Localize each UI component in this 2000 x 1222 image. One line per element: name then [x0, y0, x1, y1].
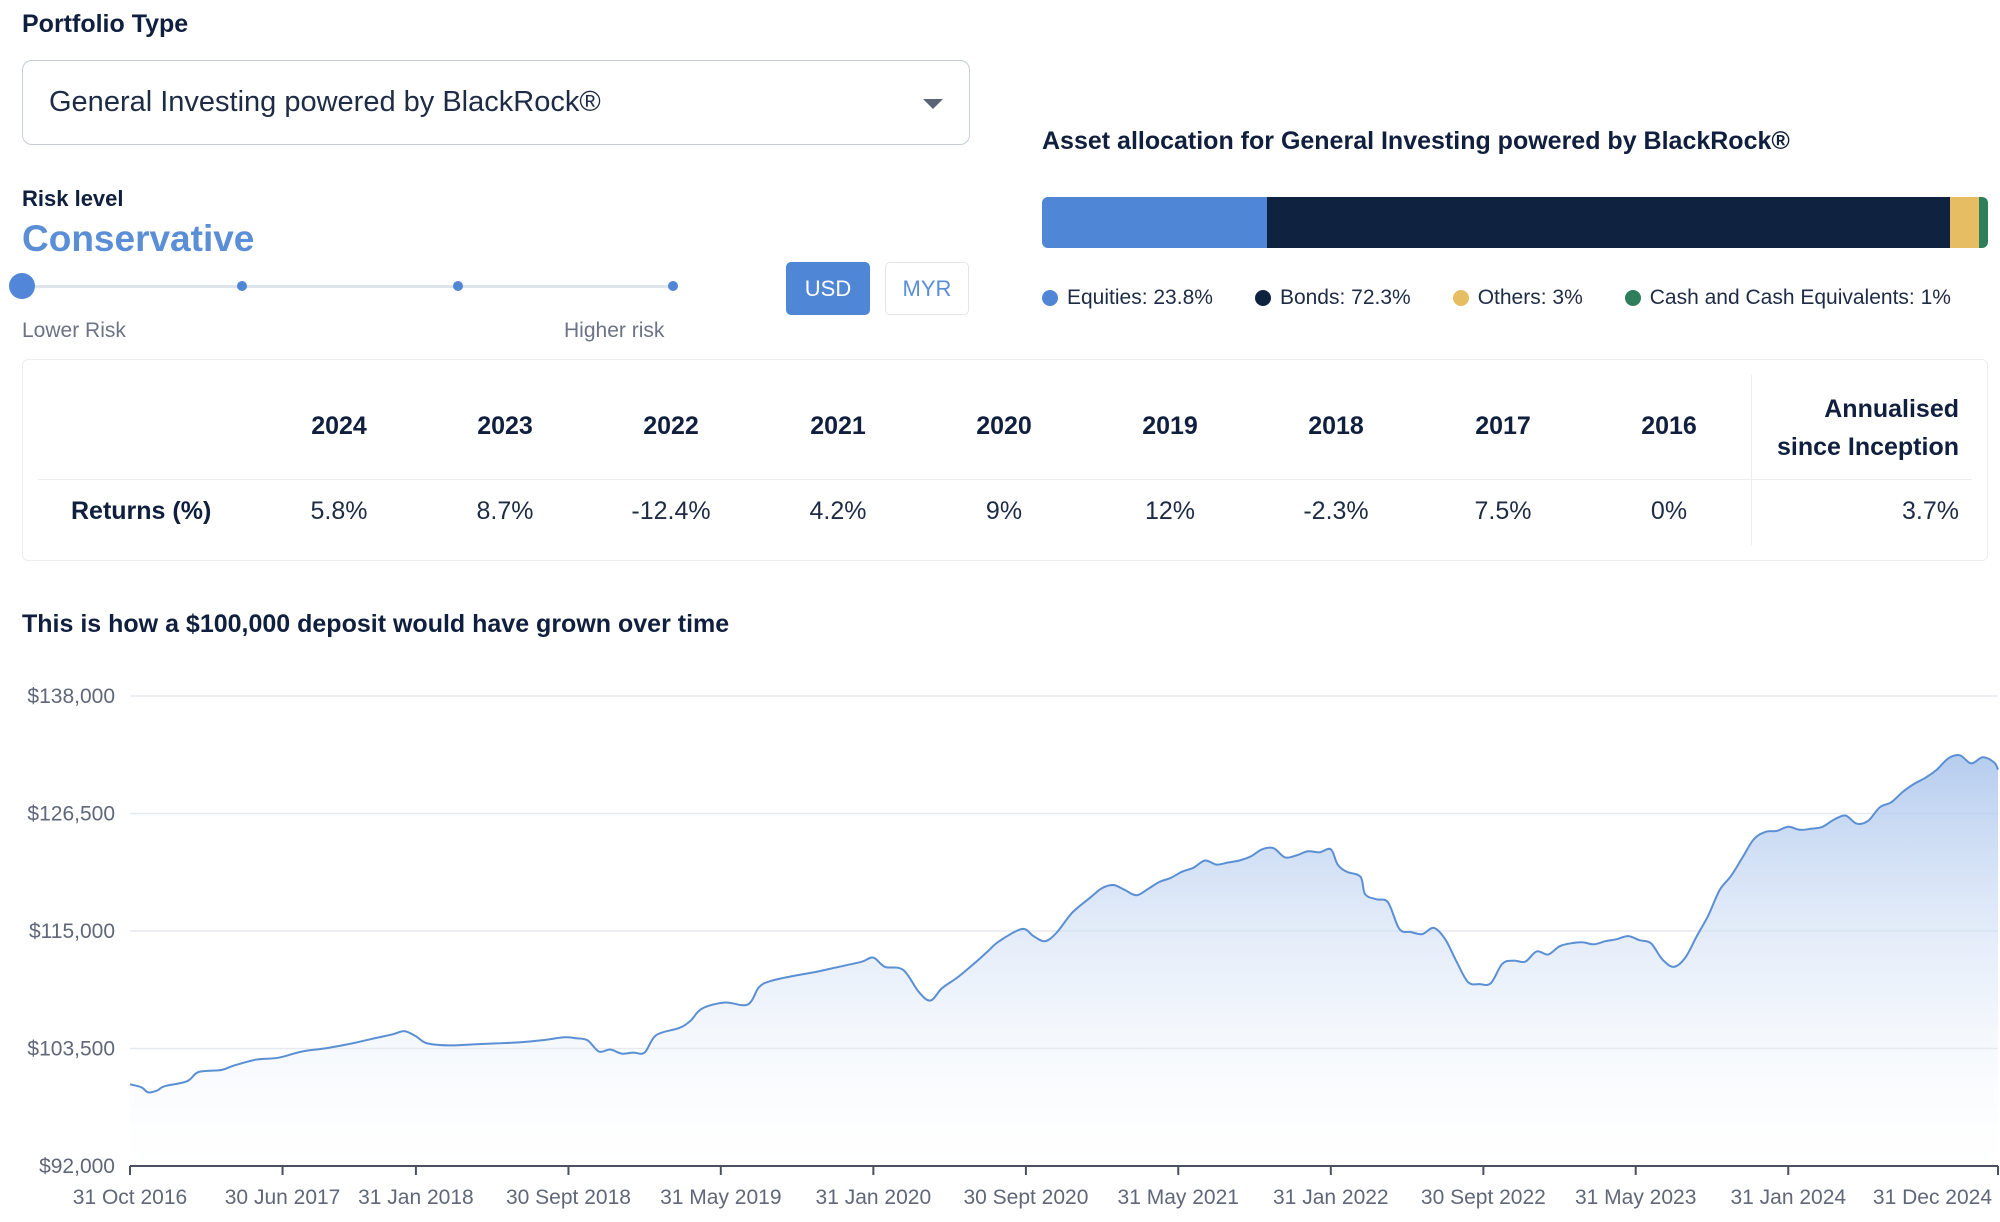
- returns-year-header: 2019: [1142, 412, 1198, 440]
- returns-year-header: 2021: [810, 412, 866, 440]
- allocation-legend-item: Equities: 23.8%: [1042, 286, 1213, 310]
- asset-allocation-title: Asset allocation for General Investing p…: [1042, 127, 1790, 155]
- allocation-legend-label: Bonds: 72.3%: [1279, 286, 1411, 309]
- x-tick-label: 31 Dec 2024: [1873, 1186, 1992, 1209]
- currency-usd-button[interactable]: USD: [786, 262, 870, 315]
- returns-year-header: 2016: [1641, 412, 1697, 440]
- risk-slider-handle[interactable]: [9, 273, 35, 299]
- growth-area-fill: [130, 755, 1998, 1166]
- returns-year-header: 2024: [311, 412, 367, 440]
- x-tick-label: 30 Jun 2017: [225, 1186, 341, 1209]
- x-tick-label: 30 Sept 2020: [963, 1186, 1088, 1209]
- annualised-header-line1: Annualised: [1824, 395, 1959, 423]
- returns-year-value: 8.7%: [476, 497, 534, 525]
- annualised-header-line2: since Inception: [1777, 433, 1959, 461]
- y-tick-label: $103,500: [27, 1038, 115, 1061]
- legend-dot-icon: [1624, 290, 1641, 306]
- x-tick-label: 31 Jan 2024: [1730, 1186, 1846, 1209]
- risk-slider-stop[interactable]: [237, 281, 247, 291]
- legend-dot-icon: [1254, 290, 1271, 306]
- y-tick-label: $115,000: [29, 920, 115, 943]
- legend-dot-icon: [1042, 290, 1058, 306]
- returns-year-value: -2.3%: [1303, 497, 1369, 525]
- portfolio-type-label: Portfolio Type: [22, 10, 189, 38]
- allocation-legend-label: Cash and Cash Equivalents: 1%: [1649, 286, 1951, 309]
- x-tick-label: 30 Sept 2018: [506, 1186, 631, 1209]
- allocation-segment: [1266, 197, 1951, 248]
- returns-year-value: 9%: [985, 497, 1023, 525]
- annualised-header: Annualised since Inception: [1739, 390, 1959, 466]
- chevron-down-icon: [923, 99, 943, 109]
- returns-year-header: 2018: [1308, 412, 1364, 440]
- allocation-legend-label: Others: 3%: [1477, 286, 1583, 309]
- allocation-segment: [1950, 197, 1979, 248]
- x-tick-label: 31 Jan 2022: [1273, 1186, 1389, 1209]
- higher-risk-caption: Higher risk: [564, 319, 665, 342]
- returns-row-divider: [38, 479, 1972, 480]
- allocation-segment: [1042, 197, 1267, 248]
- allocation-segment: [1978, 197, 1988, 248]
- returns-year-value: -12.4%: [631, 497, 711, 525]
- x-tick-label: 31 Jan 2018: [358, 1186, 474, 1209]
- allocation-legend-item: Cash and Cash Equivalents: 1%: [1624, 286, 1951, 310]
- lower-risk-caption: Lower Risk: [22, 319, 126, 342]
- y-tick-label: $126,500: [27, 803, 115, 826]
- y-tick-label: $92,000: [39, 1155, 115, 1178]
- x-tick-label: 31 May 2021: [1118, 1186, 1239, 1209]
- allocation-legend-label: Equities: 23.8%: [1067, 286, 1213, 309]
- returns-year-value: 12%: [1144, 497, 1196, 525]
- allocation-legend-item: Others: 3%: [1452, 286, 1583, 310]
- risk-level-label: Risk level: [22, 186, 124, 211]
- growth-chart: $138,000 $126,500 $115,000 $103,500 $92,000 3…: [27, 685, 1999, 1209]
- returns-year-value: 4.2%: [809, 497, 867, 525]
- risk-slider[interactable]: [9, 270, 678, 300]
- returns-year-header: 2017: [1475, 412, 1531, 440]
- legend-dot-icon: [1452, 290, 1469, 306]
- returns-year-value: 5.8%: [310, 497, 368, 525]
- x-tick-label: 31 Jan 2020: [816, 1186, 932, 1209]
- portfolio-type-value: General Investing powered by BlackRock®: [49, 86, 601, 118]
- returns-year-value: 0%: [1650, 497, 1688, 525]
- returns-year-header: 2020: [976, 412, 1032, 440]
- returns-table: Returns (%) 2024 5.8% 2023 8.7% 2022 -12.4% 20…: [22, 359, 1988, 561]
- growth-chart-title: This is how a $100,000 deposit would hav…: [22, 610, 730, 638]
- x-tick-label: 31 Oct 2016: [73, 1186, 187, 1209]
- risk-slider-track[interactable]: [22, 285, 676, 288]
- allocation-legend-item: Bonds: 72.3%: [1254, 286, 1411, 310]
- risk-level-value: Conservative: [22, 218, 255, 259]
- currency-myr-button[interactable]: MYR: [885, 262, 969, 315]
- returns-year-value: 7.5%: [1474, 497, 1532, 525]
- returns-year-header: 2022: [643, 412, 699, 440]
- y-tick-label: $138,000: [27, 685, 115, 708]
- asset-allocation-legend: Equities: 23.8% Bonds: 72.3% Others: 3% Cas…: [1042, 286, 1951, 310]
- portfolio-type-select[interactable]: General Investing powered by BlackRock®: [22, 60, 970, 145]
- annualised-value: 3.7%: [1902, 497, 1959, 525]
- x-tick-label: 31 May 2023: [1575, 1186, 1696, 1209]
- asset-allocation-bar: [1042, 197, 1988, 248]
- x-tick-label: 30 Sept 2022: [1421, 1186, 1546, 1209]
- risk-slider-stop[interactable]: [668, 281, 678, 291]
- returns-year-header: 2023: [477, 412, 533, 440]
- x-tick-label: 31 May 2019: [660, 1186, 781, 1209]
- risk-slider-stop[interactable]: [453, 281, 463, 291]
- returns-row-label: Returns (%): [71, 497, 212, 525]
